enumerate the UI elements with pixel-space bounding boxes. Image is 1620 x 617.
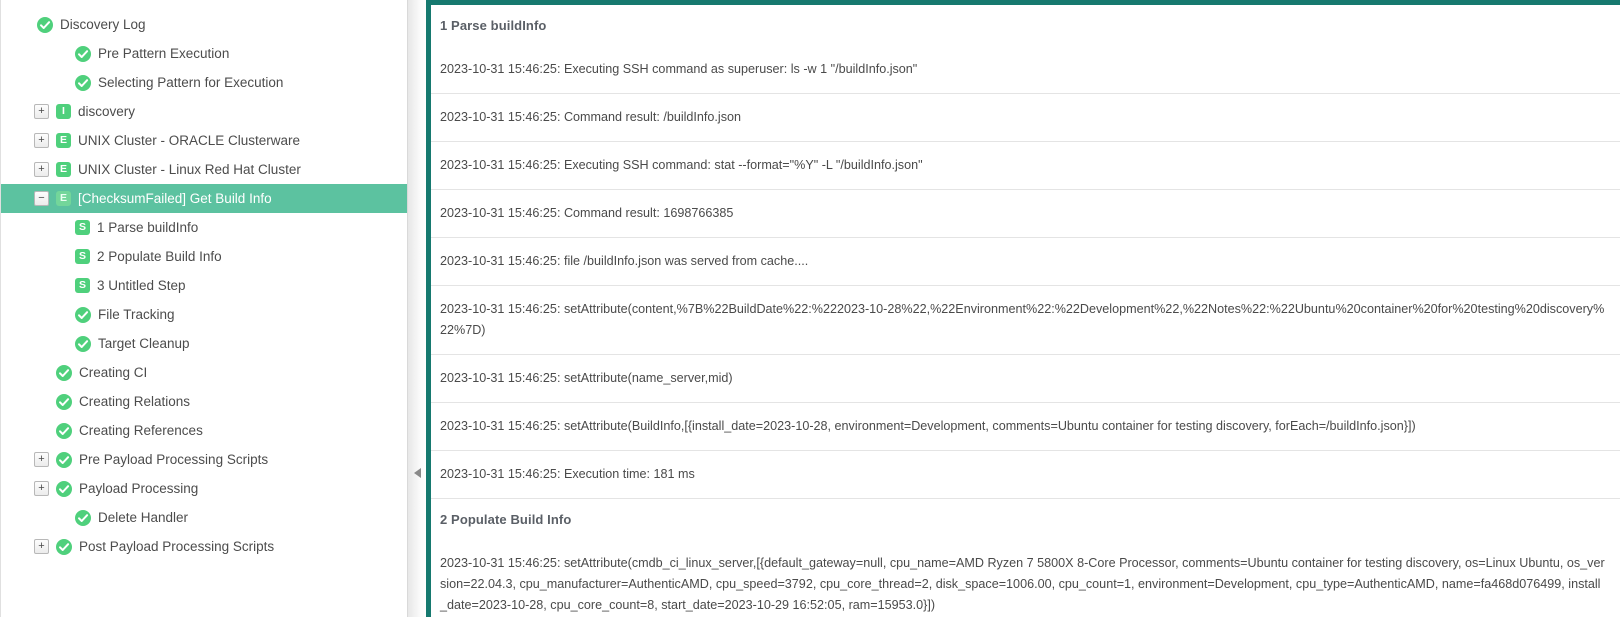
check-circle-icon — [56, 480, 72, 497]
tree-item-label: Creating Relations — [79, 394, 191, 409]
log-entry: 2023-10-31 15:46:25: Executing SSH comma… — [431, 141, 1620, 189]
log-section-title: 2 Populate Build Info — [431, 498, 1620, 540]
log-entry: 2023-10-31 15:46:25: setAttribute(cmdb_c… — [440, 556, 1605, 612]
check-circle-icon — [75, 509, 91, 526]
check-circle-icon — [75, 45, 91, 62]
log-entry: 2023-10-31 15:46:25: Execution time: 181… — [431, 450, 1620, 498]
letter-s-icon: S — [75, 220, 90, 235]
tree-item[interactable]: Selecting Pattern for Execution — [1, 68, 407, 97]
expand-plus-icon[interactable]: + — [34, 104, 49, 119]
letter-e-icon: E — [56, 162, 71, 177]
discovery-log-tree[interactable]: Discovery Log Pre Pattern Execution Select… — [0, 0, 408, 617]
tree-item-label: Post Payload Processing Scripts — [79, 539, 275, 554]
tree-item-label: File Tracking — [98, 307, 175, 322]
tree-item-label: Target Cleanup — [98, 336, 190, 351]
discovery-log-viewer: Discovery Log Pre Pattern Execution Select… — [0, 0, 1620, 617]
check-circle-icon — [75, 74, 91, 91]
tree-item[interactable]: S 1 Parse buildInfo — [1, 213, 407, 242]
log-entry: 2023-10-31 15:46:25: file /buildInfo.jso… — [431, 237, 1620, 285]
tree-item-label: discovery — [78, 104, 136, 119]
tree-item-label: Creating References — [79, 423, 203, 438]
tree-item[interactable]: + Pre Payload Processing Scripts — [1, 445, 407, 474]
tree-item-label: UNIX Cluster - ORACLE Clusterware — [78, 133, 301, 148]
log-section-title: 1 Parse buildInfo — [440, 18, 547, 33]
tree-item[interactable]: S 2 Populate Build Info — [1, 242, 407, 271]
tree-item-label: 3 Untitled Step — [97, 278, 186, 293]
check-circle-icon — [56, 393, 72, 410]
expand-plus-icon[interactable]: + — [34, 481, 49, 496]
tree-item-label: Discovery Log — [60, 17, 146, 32]
tree-item-label: Pre Pattern Execution — [98, 46, 230, 61]
tree-item[interactable]: + Post Payload Processing Scripts — [1, 532, 407, 561]
tree-item[interactable]: Creating References — [1, 416, 407, 445]
check-circle-icon — [56, 451, 72, 468]
log-entry: 2023-10-31 15:46:25: setAttribute(BuildI… — [431, 402, 1620, 450]
tree-item-label: 2 Populate Build Info — [97, 249, 222, 264]
check-circle-icon — [75, 306, 91, 323]
log-entry: 2023-10-31 15:46:25: Command result: 169… — [431, 189, 1620, 237]
tree-item-label: 1 Parse buildInfo — [97, 220, 199, 235]
tree-item[interactable]: Target Cleanup — [1, 329, 407, 358]
collapse-minus-icon[interactable]: − — [34, 191, 49, 206]
expand-plus-icon[interactable]: + — [34, 539, 49, 554]
collapse-arrow-icon[interactable] — [414, 468, 421, 478]
log-entry: 2023-10-31 15:46:25: setAttribute(name_s… — [431, 354, 1620, 402]
letter-i-icon: I — [56, 104, 71, 119]
panel-splitter[interactable] — [408, 0, 426, 617]
expand-plus-icon[interactable]: + — [34, 162, 49, 177]
tree-item-label: [ChecksumFailed] Get Build Info — [78, 191, 272, 206]
tree-item-label: Selecting Pattern for Execution — [98, 75, 284, 90]
tree-item[interactable]: Creating CI — [1, 358, 407, 387]
check-circle-icon — [75, 335, 91, 352]
check-circle-icon — [56, 364, 72, 381]
tree-item[interactable]: Creating Relations — [1, 387, 407, 416]
tree-item-label: UNIX Cluster - Linux Red Hat Cluster — [78, 162, 301, 177]
tree-item[interactable]: Pre Pattern Execution — [1, 39, 407, 68]
letter-s-icon: S — [75, 249, 90, 264]
log-entry: 2023-10-31 15:46:25: Executing SSH comma… — [440, 62, 918, 76]
tree-item[interactable]: + Idiscovery — [1, 97, 407, 126]
letter-e-icon: E — [56, 191, 71, 206]
tree-item[interactable]: + Payload Processing — [1, 474, 407, 503]
letter-s-icon: S — [75, 278, 90, 293]
expand-plus-icon[interactable]: + — [34, 452, 49, 467]
tree-item-label: Payload Processing — [79, 481, 199, 496]
log-entry: 2023-10-31 15:46:25: Command result: /bu… — [431, 93, 1620, 141]
tree-item[interactable]: Discovery Log — [1, 10, 407, 39]
log-detail-panel: 1 Parse buildInfo 2023-10-31 15:46:25: Ex… — [426, 0, 1620, 617]
log-entry: 2023-10-31 15:46:25: setAttribute(conten… — [431, 285, 1620, 354]
tree-item[interactable]: S 3 Untitled Step — [1, 271, 407, 300]
check-circle-icon — [37, 16, 53, 33]
tree-item[interactable]: Delete Handler — [1, 503, 407, 532]
tree-item-label: Creating CI — [79, 365, 148, 380]
tree-item[interactable]: − E [ChecksumFailed] Get Build Info — [1, 184, 407, 213]
expand-plus-icon[interactable]: + — [34, 133, 49, 148]
tree-item[interactable]: + E UNIX Cluster - Linux Red Hat Cluster — [1, 155, 407, 184]
tree-item-label: Delete Handler — [98, 510, 189, 525]
tree-item[interactable]: + E UNIX Cluster - ORACLE Clusterware — [1, 126, 407, 155]
check-circle-icon — [56, 538, 72, 555]
letter-e-icon: E — [56, 133, 71, 148]
tree-item-label: Pre Payload Processing Scripts — [79, 452, 269, 467]
tree-item[interactable]: File Tracking — [1, 300, 407, 329]
check-circle-icon — [56, 422, 72, 439]
